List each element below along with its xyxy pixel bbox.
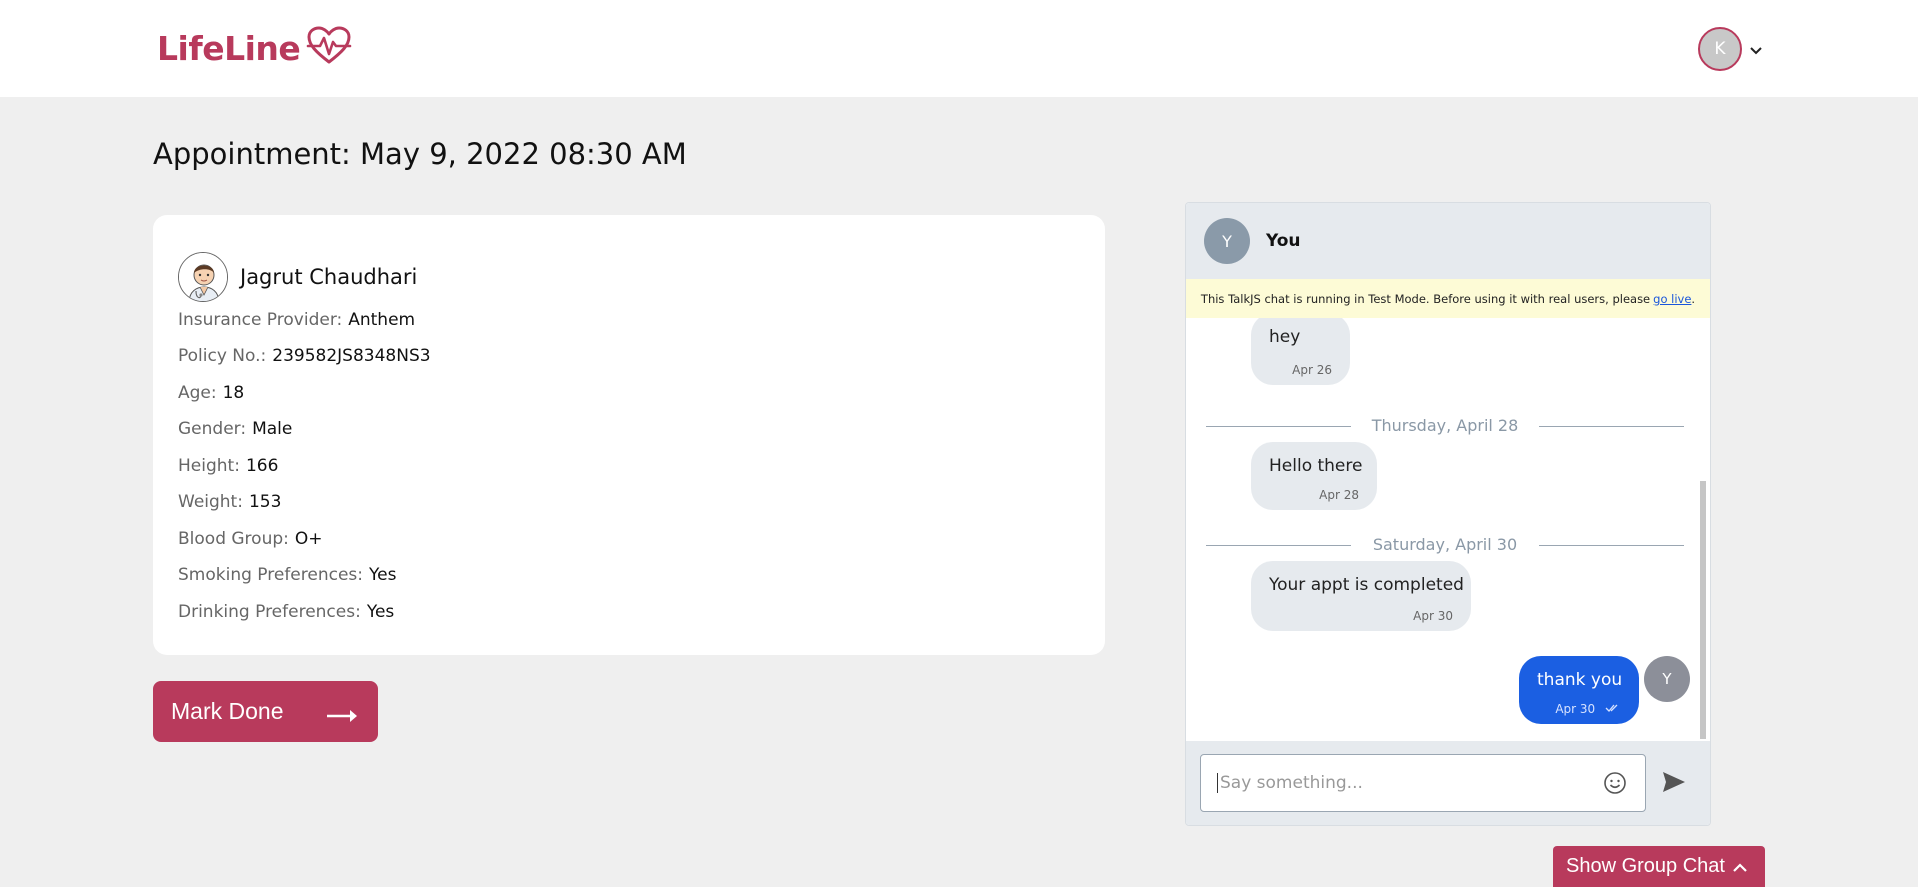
chat-title: You	[1266, 231, 1301, 251]
logo-text: LifeLine	[157, 28, 301, 68]
my-message-bubble: thank you Apr 30	[1519, 656, 1639, 724]
double-check-icon	[1605, 704, 1618, 712]
message-text: thank you	[1537, 670, 1623, 690]
message-time: Apr 28	[1319, 488, 1359, 502]
info-label: Gender:	[178, 419, 247, 439]
message-text: hey	[1269, 327, 1301, 347]
day-separator: Thursday, April 28	[1206, 416, 1684, 436]
emoji-icon[interactable]	[1603, 771, 1627, 799]
info-value: 166	[245, 456, 279, 476]
my-avatar: Y	[1644, 656, 1690, 702]
info-value: 18	[222, 383, 245, 403]
info-value: 239582JS8348NS3	[272, 346, 431, 366]
message-time: Apr 30	[1555, 702, 1621, 716]
info-label: Insurance Provider:	[178, 310, 343, 330]
send-icon[interactable]	[1662, 771, 1686, 797]
top-navbar: LifeLine K	[0, 0, 1918, 97]
show-group-chat-button[interactable]: Show Group Chat	[1553, 846, 1765, 887]
message-input[interactable]	[1217, 773, 1577, 793]
user-avatar[interactable]: K	[1698, 27, 1742, 71]
message-text: Your appt is completed	[1269, 575, 1464, 595]
patient-name: Jagrut Chaudhari	[240, 265, 418, 289]
info-label: Age:	[178, 383, 217, 403]
test-mode-banner: This TalkJS chat is running in Test Mode…	[1186, 279, 1710, 318]
info-row-policy: Policy No.: 239582JS8348NS3	[178, 346, 431, 366]
lifeline-logo[interactable]: LifeLine	[157, 26, 352, 70]
info-label: Height:	[178, 456, 240, 476]
info-label: Smoking Preferences:	[178, 565, 363, 585]
arrow-right-icon	[326, 703, 358, 730]
info-value: Yes	[369, 565, 397, 585]
compose-box[interactable]	[1200, 754, 1646, 812]
message-list[interactable]: hey Apr 26 Thursday, April 28 Hello ther…	[1186, 318, 1710, 741]
info-row-age: Age: 18	[178, 383, 244, 403]
mark-done-label: Mark Done	[171, 698, 284, 724]
separator-line	[1539, 426, 1684, 427]
heartbeat-icon	[306, 26, 352, 70]
go-live-link[interactable]: go live	[1653, 292, 1691, 306]
page-title: Appointment: May 9, 2022 08:30 AM	[153, 137, 687, 171]
info-value: Anthem	[348, 310, 416, 330]
info-label: Weight:	[178, 492, 243, 512]
message-bubble: Hello there Apr 28	[1251, 442, 1377, 510]
patient-header: Jagrut Chaudhari	[178, 252, 417, 302]
info-row-height: Height: 166	[178, 456, 278, 476]
test-banner-text: This TalkJS chat is running in Test Mode…	[1200, 291, 1651, 306]
info-label: Blood Group:	[178, 529, 289, 549]
chat-widget: Y You This TalkJS chat is running in Tes…	[1185, 202, 1711, 826]
info-row-blood-group: Blood Group: O+	[178, 529, 323, 549]
info-value: 153	[248, 492, 282, 512]
info-label: Drinking Preferences:	[178, 602, 361, 622]
info-row-insurance: Insurance Provider: Anthem	[178, 310, 415, 330]
day-separator: Saturday, April 30	[1206, 535, 1684, 555]
separator-line	[1539, 545, 1684, 546]
chat-avatar: Y	[1204, 218, 1250, 264]
patient-avatar	[178, 252, 228, 302]
message-time: Apr 30	[1413, 609, 1453, 623]
info-value: Yes	[366, 602, 395, 622]
chat-header: Y You	[1186, 203, 1710, 279]
message-bubble: Your appt is completed Apr 30	[1251, 561, 1471, 631]
patient-info-card: Jagrut Chaudhari Insurance Provider: Anth…	[153, 215, 1105, 655]
message-bubble: hey Apr 26	[1251, 318, 1350, 385]
chat-scrollbar[interactable]	[1700, 481, 1706, 739]
info-row-drinking: Drinking Preferences: Yes	[178, 602, 394, 622]
mark-done-button[interactable]: Mark Done	[153, 681, 378, 742]
chevron-up-icon	[1733, 855, 1747, 878]
info-row-gender: Gender: Male	[178, 419, 292, 439]
message-text: Hello there	[1269, 456, 1363, 476]
info-value: O+	[294, 529, 323, 549]
chat-composer	[1186, 741, 1710, 825]
show-group-chat-label: Show Group Chat	[1566, 855, 1725, 877]
info-row-smoking: Smoking Preferences: Yes	[178, 565, 396, 585]
info-row-weight: Weight: 153	[178, 492, 281, 512]
info-value: Male	[252, 419, 293, 439]
user-menu[interactable]: K	[1698, 27, 1762, 71]
message-time: Apr 26	[1292, 363, 1332, 377]
info-label: Policy No.:	[178, 346, 267, 366]
chevron-down-icon[interactable]	[1750, 40, 1762, 59]
